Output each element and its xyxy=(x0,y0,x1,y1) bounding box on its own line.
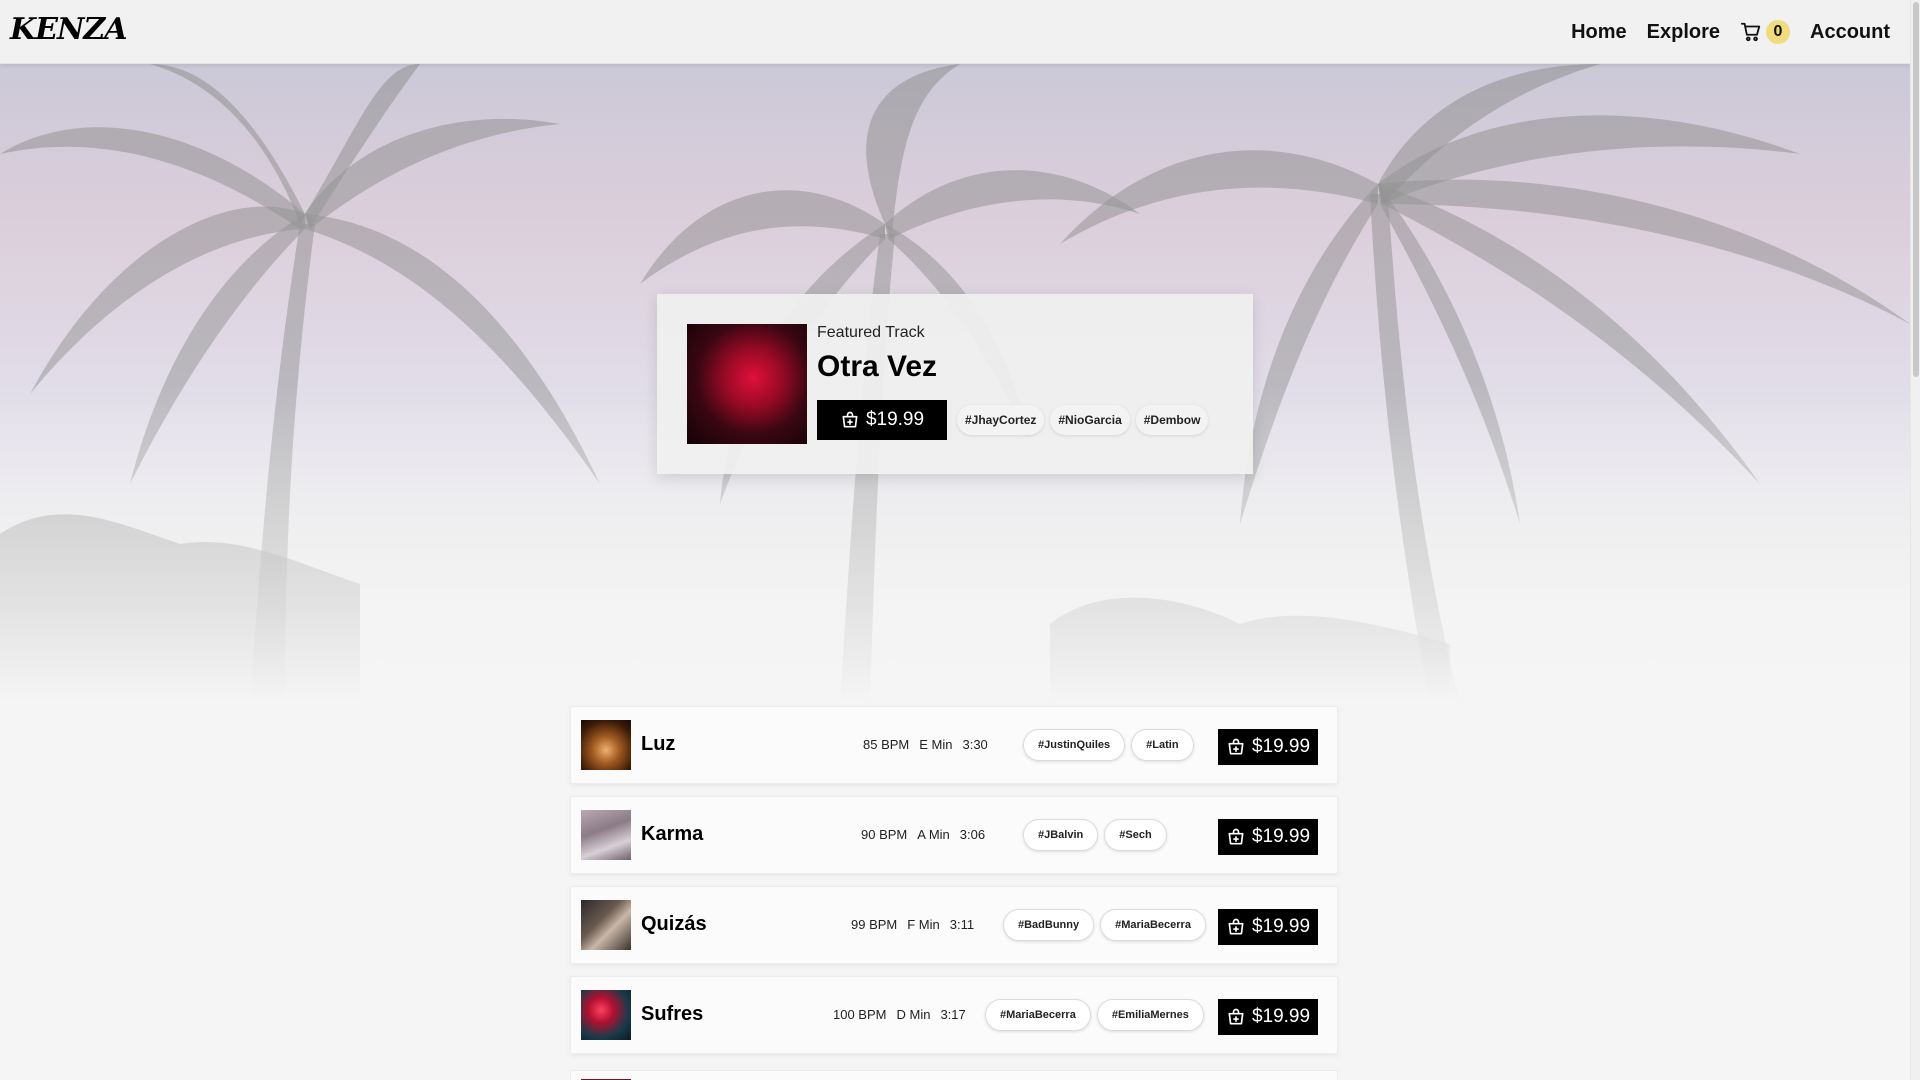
featured-price: $19.99 xyxy=(865,409,925,430)
track-cover-art[interactable] xyxy=(581,810,631,860)
track-price: $19.99 xyxy=(1251,1006,1311,1027)
featured-tags: #JhayCortez #NioGarcia #Dembow xyxy=(957,405,1214,435)
track-row[interactable]: Quizás 99 BPM F Min 3:11 #BadBunny #Mari… xyxy=(570,886,1338,964)
nav-explore-link[interactable]: Explore xyxy=(1647,21,1720,44)
cart-button[interactable]: 0 xyxy=(1740,20,1790,44)
track-tags: #MariaBecerra #EmiliaMernes xyxy=(985,999,1210,1031)
track-duration: 3:30 xyxy=(962,737,988,752)
tag-pill[interactable]: #MariaBecerra xyxy=(985,999,1091,1031)
track-list: Luz 85 BPM E Min 3:30 #JustinQuiles #Lat… xyxy=(570,706,1338,1066)
track-key: D Min xyxy=(896,1007,931,1022)
tag-pill[interactable]: #JBalvin xyxy=(1023,819,1099,851)
track-meta: 100 BPM D Min 3:17 xyxy=(833,1007,976,1022)
track-bpm: 90 BPM xyxy=(861,827,908,842)
track-bpm: 85 BPM xyxy=(863,737,910,752)
featured-track-card: Featured Track Otra Vez $19.99 #JhayCort… xyxy=(657,294,1253,474)
shopping-bag-icon xyxy=(1228,1008,1244,1025)
track-bpm: 99 BPM xyxy=(851,917,898,932)
track-row[interactable]: Karma 90 BPM A Min 3:06 #JBalvin #Sech $… xyxy=(570,796,1338,874)
track-duration: 3:17 xyxy=(940,1007,966,1022)
track-key: A Min xyxy=(917,827,950,842)
shopping-bag-icon xyxy=(1228,918,1244,935)
track-title[interactable]: Karma xyxy=(641,823,703,846)
track-key: E Min xyxy=(919,737,953,752)
featured-track-title[interactable]: Otra Vez xyxy=(817,350,937,384)
tag-pill[interactable]: #Sech xyxy=(1104,819,1167,851)
top-navigation-bar: KENZA Home Explore 0 Account xyxy=(0,0,1910,64)
track-key: F Min xyxy=(907,917,940,932)
main-nav: Home Explore 0 Account xyxy=(1551,0,1890,64)
track-price: $19.99 xyxy=(1251,826,1311,847)
track-price: $19.99 xyxy=(1251,736,1311,757)
tag-pill[interactable]: #NioGarcia xyxy=(1050,405,1130,435)
featured-buy-button[interactable]: $19.99 xyxy=(817,400,947,440)
buy-button[interactable]: $19.99 xyxy=(1218,819,1318,855)
scrollbar-thumb[interactable] xyxy=(1913,2,1919,377)
track-cover-art[interactable] xyxy=(581,990,631,1040)
track-duration: 3:06 xyxy=(959,827,986,842)
shopping-bag-icon xyxy=(842,411,858,428)
track-meta: 99 BPM F Min 3:11 xyxy=(851,917,984,932)
track-row[interactable] xyxy=(570,1070,1338,1080)
tag-pill[interactable]: #JhayCortez xyxy=(957,405,1045,435)
featured-track-label: Featured Track xyxy=(817,324,925,341)
tag-pill[interactable]: #Dembow xyxy=(1135,405,1209,435)
track-cover-art[interactable] xyxy=(581,720,631,770)
shopping-bag-icon xyxy=(1228,738,1244,755)
featured-track-cover-art[interactable] xyxy=(687,324,807,444)
tag-pill[interactable]: #MariaBecerra xyxy=(1100,909,1206,941)
tag-pill[interactable]: #BadBunny xyxy=(1003,909,1095,941)
track-row[interactable]: Luz 85 BPM E Min 3:30 #JustinQuiles #Lat… xyxy=(570,706,1338,784)
track-row[interactable]: Sufres 100 BPM D Min 3:17 #MariaBecerra … xyxy=(570,976,1338,1054)
kenza-logo[interactable]: KENZA xyxy=(10,12,128,47)
nav-home-link[interactable]: Home xyxy=(1571,21,1627,44)
track-tags: #BadBunny #MariaBecerra xyxy=(1003,909,1212,941)
track-meta: 90 BPM A Min 3:06 xyxy=(861,827,995,842)
buy-button[interactable]: $19.99 xyxy=(1218,729,1318,765)
track-cover-art[interactable] xyxy=(581,900,631,950)
track-duration: 3:11 xyxy=(949,917,975,932)
track-price: $19.99 xyxy=(1251,916,1311,937)
track-title[interactable]: Luz xyxy=(641,733,675,756)
track-title[interactable]: Sufres xyxy=(641,1003,703,1026)
track-tags: #JustinQuiles #Latin xyxy=(1023,729,1200,761)
tag-pill[interactable]: #JustinQuiles xyxy=(1023,729,1126,761)
track-title[interactable]: Quizás xyxy=(641,913,707,936)
buy-button[interactable]: $19.99 xyxy=(1218,909,1318,945)
track-tags: #JBalvin #Sech xyxy=(1023,819,1173,851)
cart-icon xyxy=(1740,22,1761,42)
buy-button[interactable]: $19.99 xyxy=(1218,999,1318,1035)
tag-pill[interactable]: #EmiliaMernes xyxy=(1096,999,1204,1031)
track-bpm: 100 BPM xyxy=(833,1007,887,1022)
page-scrollbar[interactable] xyxy=(1910,0,1920,1080)
shopping-bag-icon xyxy=(1228,828,1244,845)
nav-account-link[interactable]: Account xyxy=(1810,21,1890,44)
tag-pill[interactable]: #Latin xyxy=(1131,729,1194,761)
track-meta: 85 BPM E Min 3:30 xyxy=(863,737,998,752)
cart-count-badge: 0 xyxy=(1766,20,1790,44)
